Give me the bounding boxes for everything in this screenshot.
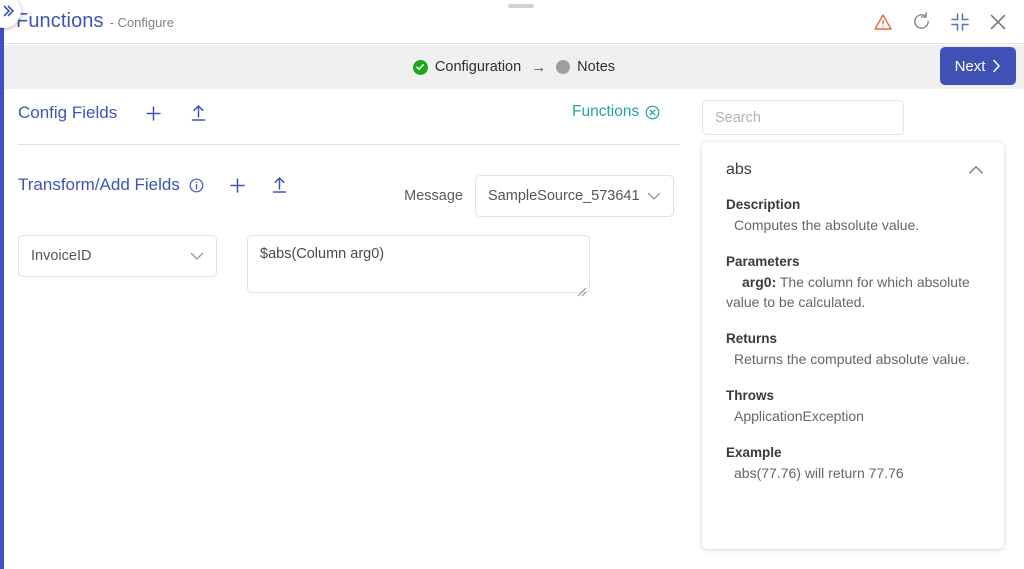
function-section-text: abs(77.76) will return 77.76 (734, 465, 904, 481)
transform-fields-upload-icon[interactable] (271, 176, 288, 194)
function-section-title: Throws (726, 388, 775, 403)
message-select[interactable]: SampleSource_573641 (475, 175, 674, 217)
function-detail-card: abs Description Computes the absolute va… (702, 142, 1004, 549)
page-title: Functions - Configure (16, 10, 174, 33)
page-title-sub: - Configure (109, 15, 174, 30)
config-fields-title: Config Fields (18, 103, 118, 122)
section-divider (18, 144, 680, 145)
left-accent-rail (0, 0, 4, 569)
circle-close-icon[interactable] (645, 105, 660, 120)
step-arrow: → (531, 58, 547, 76)
function-section-throws: Throws ApplicationException (726, 388, 986, 426)
function-section-description: Description Computes the absolute value. (726, 197, 986, 235)
search-input[interactable] (702, 100, 904, 135)
refresh-icon[interactable] (911, 11, 932, 32)
warning-icon[interactable] (873, 12, 893, 32)
function-name: abs (726, 160, 752, 178)
next-button[interactable]: Next (940, 47, 1016, 85)
function-section-text: Returns the computed absolute value. (734, 351, 970, 367)
function-section-title: Returns (726, 331, 778, 346)
configuration-pane: Config Fields Transform/Add Fields Messa… (4, 89, 680, 569)
step-notes-status-icon (556, 60, 571, 74)
stepper-steps: Configuration → Notes (412, 58, 615, 76)
wizard-stepper: Configuration → Notes (4, 45, 1024, 89)
expression-input[interactable] (247, 235, 590, 293)
config-fields-add-plus-icon[interactable] (145, 105, 162, 122)
config-fields-section-header: Config Fields (8, 103, 207, 123)
function-section-text: ApplicationException (734, 408, 864, 424)
function-accordion-header[interactable]: abs (702, 142, 1004, 197)
message-select-value: SampleSource_573641 (488, 188, 640, 204)
column-select[interactable]: InvoiceID (18, 235, 217, 277)
collapse-icon[interactable] (950, 12, 970, 32)
info-circle-icon[interactable] (189, 178, 204, 193)
chevron-down-icon (647, 192, 661, 201)
function-section-text: arg0: The column for which absolute valu… (726, 272, 986, 312)
function-section-title: Example (726, 445, 782, 460)
transform-fields-title: Transform/Add Fields (18, 175, 180, 194)
function-section-parameters: Parameters arg0: The column for which ab… (726, 254, 986, 312)
function-detail-body: Description Computes the absolute value.… (702, 197, 1004, 483)
function-section-title: Parameters (726, 254, 800, 269)
config-fields-upload-icon[interactable] (190, 104, 207, 122)
function-section-text: Computes the absolute value. (734, 217, 920, 233)
parameter-key: arg0: (742, 274, 777, 290)
window-drag-handle[interactable] (508, 4, 534, 8)
transform-fields-section-header: Transform/Add Fields (8, 175, 288, 195)
chevron-right-icon (992, 59, 1001, 73)
transform-fields-add-plus-icon[interactable] (229, 177, 246, 194)
column-select-value: InvoiceID (31, 248, 92, 264)
function-section-title: Description (726, 197, 801, 212)
chevron-down-icon (190, 252, 204, 261)
function-section-returns: Returns Returns the computed absolute va… (726, 331, 986, 369)
page-title-main: Functions (16, 10, 104, 32)
functions-configure-window: Functions - Configure Configuration → No… (0, 0, 1024, 569)
close-icon[interactable] (988, 12, 1008, 32)
chevron-up-icon[interactable] (968, 165, 984, 175)
functions-panel: Functions abs D (572, 89, 1024, 569)
step-configuration-status-icon (412, 59, 428, 75)
titlebar-actions (873, 11, 1008, 32)
function-section-example: Example abs(77.76) will return 77.76 (726, 445, 986, 483)
next-button-label: Next (954, 57, 986, 75)
functions-panel-header: Functions (572, 103, 660, 121)
transform-field-row: InvoiceID (18, 235, 590, 298)
message-selector-group: Message SampleSource_573641 (404, 175, 674, 217)
step-configuration-label[interactable]: Configuration (435, 59, 521, 75)
step-notes-label[interactable]: Notes (577, 59, 615, 75)
functions-panel-title: Functions (572, 103, 640, 120)
message-label: Message (404, 188, 463, 204)
